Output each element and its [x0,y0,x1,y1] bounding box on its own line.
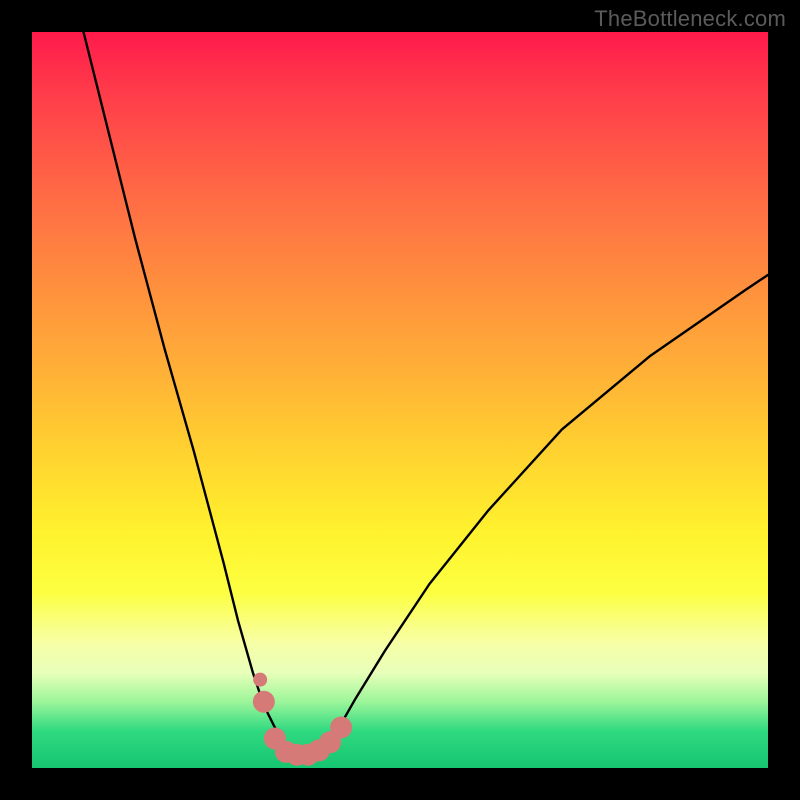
right-curve [304,275,768,756]
watermark-text: TheBottleneck.com [594,6,786,32]
plot-area [32,32,768,768]
left-curve [84,32,305,755]
highlight-dot [253,691,275,713]
highlight-dot [253,673,267,687]
chart-frame: TheBottleneck.com [0,0,800,800]
curve-layer [32,32,768,768]
highlight-dot [330,717,352,739]
